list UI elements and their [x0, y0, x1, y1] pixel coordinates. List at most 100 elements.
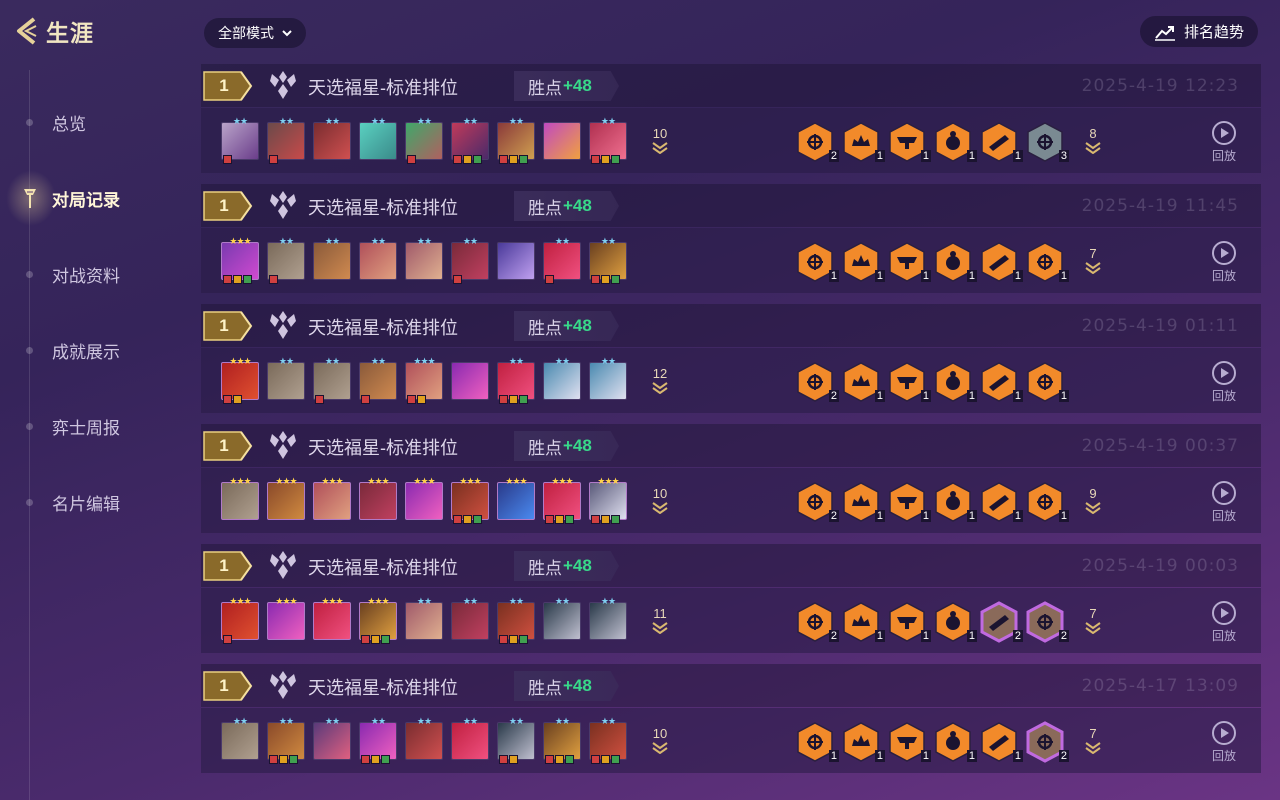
mode-filter-dropdown[interactable]: 全部模式 — [204, 18, 306, 48]
back-button[interactable]: 生涯 — [14, 14, 94, 48]
champion-portrait[interactable]: ★★ — [451, 236, 489, 284]
trait-hexagon[interactable]: 1 — [979, 721, 1023, 763]
trait-hexagon[interactable]: 2 — [795, 121, 839, 163]
champion-portrait[interactable]: ★★★ — [221, 596, 259, 644]
match-record[interactable]: 1 天选福星-标准排位 胜点 +48 2025-4-19 00:37 ★★★ ★★★ ★★★ ★… — [201, 424, 1261, 534]
trait-hexagon[interactable]: 1 — [1025, 481, 1069, 523]
match-record[interactable]: 1 天选福星-标准排位 胜点 +48 2025-4-19 11:45 ★★★ ★★ ★★ ★★ ★… — [201, 184, 1261, 294]
trait-hexagon[interactable]: 1 — [979, 481, 1023, 523]
trait-hexagon[interactable]: 1 — [979, 121, 1023, 163]
trait-hexagon[interactable]: 2 — [1025, 601, 1069, 643]
champion-portrait[interactable]: ★★ — [543, 356, 581, 400]
champion-portrait[interactable]: ★★ — [221, 116, 259, 164]
champion-portrait[interactable]: ★★ — [543, 716, 581, 764]
sidebar-item-weekly-report[interactable]: 弈士周报 — [0, 388, 190, 464]
champion-portrait[interactable]: ★★ — [405, 716, 443, 760]
replay-button[interactable]: 回放 — [1209, 720, 1239, 764]
trait-hexagon[interactable]: 2 — [795, 601, 839, 643]
champion-portrait[interactable]: ★★★ — [221, 476, 259, 520]
champion-portrait[interactable]: ★★ — [405, 596, 443, 640]
replay-button[interactable]: 回放 — [1209, 120, 1239, 164]
champion-portrait[interactable]: ★★★ — [451, 476, 489, 524]
trait-hexagon[interactable]: 1 — [841, 601, 885, 643]
champion-portrait[interactable]: ★★★ — [589, 476, 627, 524]
match-record[interactable]: 1 天选福星-标准排位 胜点 +48 2025-4-19 01:11 ★★★ ★★ ★★ ★★ ★… — [201, 304, 1261, 414]
trait-hexagon[interactable]: 1 — [887, 241, 931, 283]
champion-portrait[interactable]: ★★★ — [359, 596, 397, 644]
champion-portrait[interactable]: ★★★ — [221, 236, 259, 284]
champion-portrait[interactable]: ★★ — [359, 116, 397, 160]
replay-button[interactable]: 回放 — [1209, 600, 1239, 644]
champion-portrait[interactable]: ★★ — [267, 236, 305, 284]
champion-portrait[interactable]: ★★★ — [497, 476, 535, 520]
trait-hexagon[interactable]: 1 — [887, 361, 931, 403]
trait-hexagon[interactable]: 1 — [887, 721, 931, 763]
trait-hexagon[interactable]: 1 — [887, 601, 931, 643]
sidebar-item-battle-stats[interactable]: 对战资料 — [0, 236, 190, 312]
trait-hexagon[interactable]: 3 — [1025, 121, 1069, 163]
champion-portrait[interactable]: ★★ — [313, 716, 351, 760]
replay-button[interactable]: 回放 — [1209, 480, 1239, 524]
champion-portrait[interactable]: ★★ — [313, 236, 351, 280]
champion-portrait[interactable]: ★★ — [497, 716, 535, 764]
trait-hexagon[interactable]: 2 — [979, 601, 1023, 643]
trait-hexagon[interactable]: 1 — [795, 721, 839, 763]
match-record[interactable]: 1 天选福星-标准排位 胜点 +48 2025-4-19 00:03 ★★★ ★★★ ★★★ ★… — [201, 544, 1261, 654]
champion-portrait[interactable]: ★★ — [589, 596, 627, 640]
trait-hexagon[interactable]: 1 — [933, 721, 977, 763]
trait-hexagon[interactable]: 1 — [841, 481, 885, 523]
champion-portrait[interactable]: ★★ — [589, 716, 627, 764]
trait-hexagon[interactable]: 2 — [795, 361, 839, 403]
champion-portrait[interactable]: ★★ — [497, 356, 535, 404]
champion-portrait[interactable]: ★★★ — [313, 476, 351, 520]
champion-portrait[interactable]: ★★ — [497, 596, 535, 644]
trait-hexagon[interactable]: 1 — [933, 361, 977, 403]
trait-hexagon[interactable]: 1 — [841, 121, 885, 163]
champion-portrait[interactable]: ★★ — [267, 116, 305, 164]
champion-portrait[interactable]: ★★★ — [405, 356, 443, 404]
rank-trend-button[interactable]: 排名趋势 — [1139, 16, 1258, 47]
trait-hexagon[interactable]: 1 — [841, 721, 885, 763]
sidebar-item-profile-card-edit[interactable]: 名片编辑 — [0, 464, 190, 540]
champion-portrait[interactable]: ★★ — [313, 116, 351, 160]
match-record[interactable]: 1 天选福星-标准排位 胜点 +48 2025-4-19 12:23 ★★ ★★ ★★ ★★ ★★… — [201, 64, 1261, 174]
champion-portrait[interactable]: ★★ — [589, 356, 627, 400]
champion-portrait[interactable]: ★★ — [405, 116, 443, 164]
champion-portrait[interactable]: ★★ — [589, 116, 627, 164]
trait-hexagon[interactable]: 1 — [933, 121, 977, 163]
champion-portrait[interactable] — [451, 362, 489, 400]
champion-portrait[interactable]: ★★★ — [405, 476, 443, 520]
champion-portrait[interactable]: ★★ — [405, 236, 443, 280]
trait-hexagon[interactable]: 2 — [795, 481, 839, 523]
trait-hexagon[interactable]: 1 — [1025, 241, 1069, 283]
champion-portrait[interactable]: ★★★ — [313, 596, 351, 640]
sidebar-item-overview[interactable]: 总览 — [0, 84, 190, 160]
trait-hexagon[interactable]: 1 — [933, 241, 977, 283]
trait-hexagon[interactable]: 1 — [841, 361, 885, 403]
sidebar-item-achievements[interactable]: 成就展示 — [0, 312, 190, 388]
trait-hexagon[interactable]: 1 — [933, 601, 977, 643]
trait-hexagon[interactable]: 1 — [887, 121, 931, 163]
champion-portrait[interactable]: ★★ — [451, 596, 489, 640]
sidebar-item-match-history[interactable]: 对局记录 — [0, 160, 190, 236]
champion-portrait[interactable]: ★★ — [497, 116, 535, 164]
trait-hexagon[interactable]: 1 — [979, 241, 1023, 283]
champion-portrait[interactable]: ★★★ — [267, 596, 305, 640]
replay-button[interactable]: 回放 — [1209, 240, 1239, 284]
champion-portrait[interactable]: ★★★ — [267, 476, 305, 520]
trait-hexagon[interactable]: 1 — [795, 241, 839, 283]
champion-portrait[interactable]: ★★ — [451, 116, 489, 164]
champion-portrait[interactable]: ★★ — [359, 236, 397, 280]
trait-hexagon[interactable]: 1 — [933, 481, 977, 523]
champion-portrait[interactable]: ★★ — [359, 356, 397, 404]
champion-portrait[interactable]: ★★★ — [221, 356, 259, 404]
champion-portrait[interactable]: ★★ — [221, 716, 259, 760]
replay-button[interactable]: 回放 — [1209, 360, 1239, 404]
champion-portrait[interactable]: ★★ — [589, 236, 627, 284]
champion-portrait[interactable] — [497, 242, 535, 280]
champion-portrait[interactable]: ★★ — [359, 716, 397, 764]
trait-hexagon[interactable]: 1 — [979, 361, 1023, 403]
champion-portrait[interactable] — [543, 122, 581, 160]
champion-portrait[interactable]: ★★ — [451, 716, 489, 760]
champion-portrait[interactable]: ★★ — [313, 356, 351, 404]
